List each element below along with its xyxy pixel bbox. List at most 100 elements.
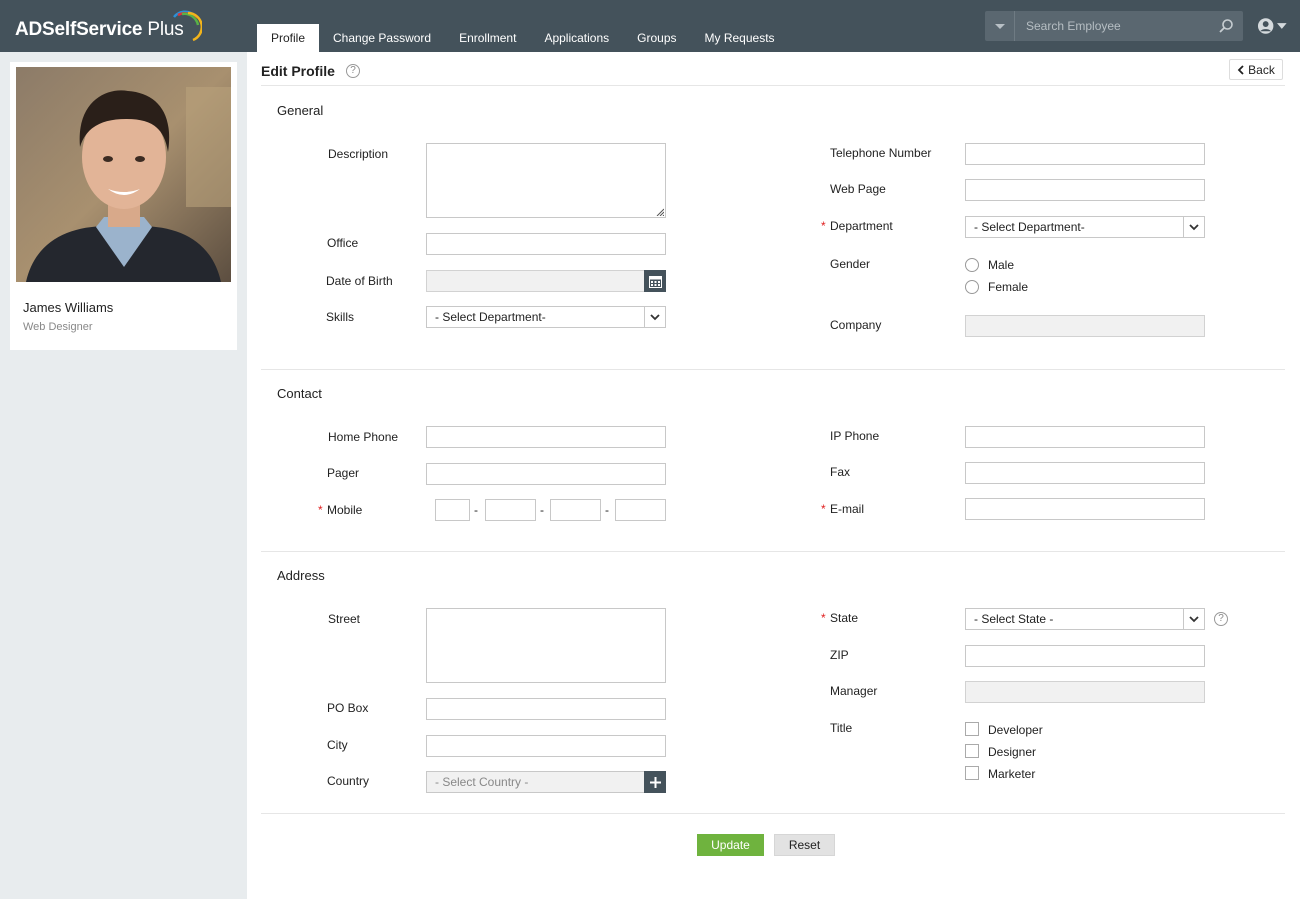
- mobile-field-3[interactable]: [550, 499, 601, 521]
- country-select-value: - Select Country -: [435, 775, 529, 789]
- home-phone-field[interactable]: [426, 426, 666, 448]
- ip-phone-label: IP Phone: [830, 429, 880, 443]
- app-logo[interactable]: ADSelfService Plus: [15, 19, 184, 41]
- page-title: Edit Profile: [261, 63, 335, 79]
- skills-select-value: - Select Department-: [435, 310, 546, 324]
- reset-button[interactable]: Reset: [774, 834, 835, 856]
- state-label: State: [830, 611, 859, 625]
- gender-male-label: Male: [988, 258, 1015, 272]
- chevron-down-icon: [644, 307, 665, 327]
- divider: [261, 369, 1285, 370]
- tab-groups[interactable]: Groups: [623, 24, 690, 52]
- required-marker: *: [318, 503, 323, 517]
- pager-label: Pager: [327, 466, 360, 480]
- search-input[interactable]: [1019, 11, 1204, 41]
- tab-my-requests[interactable]: My Requests: [691, 24, 789, 52]
- title-developer-checkbox[interactable]: [965, 722, 979, 736]
- mobile-field-2[interactable]: [485, 499, 536, 521]
- state-help-icon[interactable]: ?: [1214, 612, 1228, 626]
- mobile-separator: -: [540, 503, 544, 517]
- required-marker: *: [821, 502, 826, 516]
- divider: [261, 85, 1285, 86]
- chevron-left-icon: [1237, 64, 1244, 75]
- gender-female-label: Female: [988, 280, 1029, 294]
- company-label: Company: [830, 318, 882, 332]
- web-page-label: Web Page: [830, 182, 886, 196]
- title-designer-label: Designer: [988, 745, 1037, 759]
- fax-field[interactable]: [965, 462, 1205, 484]
- divider: [261, 813, 1285, 814]
- street-field[interactable]: [426, 608, 666, 683]
- email-label: E-mail: [830, 502, 865, 516]
- profile-name: James Williams: [23, 300, 114, 315]
- manager-field[interactable]: [965, 681, 1205, 703]
- pager-field[interactable]: [426, 463, 666, 485]
- top-header: ADSelfService Plus Profile Change Passwo…: [0, 0, 1300, 52]
- dob-label: Date of Birth: [326, 274, 393, 288]
- street-label: Street: [328, 612, 361, 626]
- profile-card: James Williams Web Designer: [10, 62, 237, 350]
- email-field[interactable]: [965, 498, 1205, 520]
- user-menu[interactable]: [1257, 17, 1287, 35]
- web-page-field[interactable]: [965, 179, 1205, 201]
- po-box-label: PO Box: [327, 701, 369, 715]
- department-select[interactable]: - Select Department-: [965, 216, 1205, 238]
- gender-female-radio[interactable]: [965, 280, 979, 294]
- calendar-icon: [648, 275, 662, 288]
- gender-male-radio[interactable]: [965, 258, 979, 272]
- add-country-button[interactable]: [644, 771, 666, 793]
- country-select[interactable]: - Select Country -: [426, 771, 666, 793]
- office-label: Office: [327, 236, 359, 250]
- dob-field[interactable]: [426, 270, 666, 292]
- tab-applications[interactable]: Applications: [530, 24, 623, 52]
- ip-phone-field[interactable]: [965, 426, 1205, 448]
- telephone-label: Telephone Number: [830, 146, 932, 160]
- back-button[interactable]: Back: [1229, 59, 1283, 80]
- manager-label: Manager: [830, 684, 878, 698]
- city-label: City: [327, 738, 348, 752]
- company-field[interactable]: [965, 315, 1205, 337]
- telephone-field[interactable]: [965, 143, 1205, 165]
- city-field[interactable]: [426, 735, 666, 757]
- title-marketer-label: Marketer: [988, 767, 1036, 781]
- search-box: [985, 11, 1243, 41]
- update-button[interactable]: Update: [697, 834, 764, 856]
- department-select-value: - Select Department-: [974, 220, 1085, 234]
- help-icon[interactable]: ?: [346, 64, 360, 78]
- mobile-separator: -: [605, 503, 609, 517]
- plus-icon: [649, 776, 661, 788]
- logo-text-bold: ADSelfService: [15, 19, 143, 40]
- description-field[interactable]: [426, 143, 666, 218]
- tab-profile[interactable]: Profile: [257, 24, 320, 52]
- zip-field[interactable]: [965, 645, 1205, 667]
- state-select-value: - Select State -: [974, 612, 1054, 626]
- title-marketer-checkbox[interactable]: [965, 766, 979, 780]
- mobile-field-4[interactable]: [615, 499, 666, 521]
- description-label: Description: [328, 147, 389, 161]
- calendar-button[interactable]: [644, 270, 666, 292]
- country-label: Country: [327, 774, 370, 788]
- search-filter-dropdown[interactable]: [985, 11, 1015, 41]
- profile-photo[interactable]: [16, 67, 231, 282]
- section-title-address: Address: [277, 568, 325, 583]
- logo-arcs-icon: [173, 10, 202, 42]
- fax-label: Fax: [830, 465, 851, 479]
- resize-grip-icon[interactable]: [656, 208, 664, 216]
- tab-change-password[interactable]: Change Password: [319, 24, 445, 52]
- title-developer-label: Developer: [988, 723, 1043, 737]
- state-select[interactable]: - Select State -: [965, 608, 1205, 630]
- department-label: Department: [830, 219, 893, 233]
- skills-select[interactable]: - Select Department-: [426, 306, 666, 328]
- chevron-down-icon: [1183, 609, 1204, 629]
- tab-enrollment[interactable]: Enrollment: [445, 24, 530, 52]
- mobile-field-1[interactable]: [435, 499, 470, 521]
- section-title-general: General: [277, 103, 324, 118]
- user-avatar-icon: [1257, 18, 1274, 34]
- po-box-field[interactable]: [426, 698, 666, 720]
- office-field[interactable]: [426, 233, 666, 255]
- search-icon[interactable]: [1218, 18, 1234, 34]
- profile-role: Web Designer: [23, 321, 93, 333]
- mobile-separator: -: [474, 503, 478, 517]
- title-designer-checkbox[interactable]: [965, 744, 979, 758]
- skills-label: Skills: [326, 310, 355, 324]
